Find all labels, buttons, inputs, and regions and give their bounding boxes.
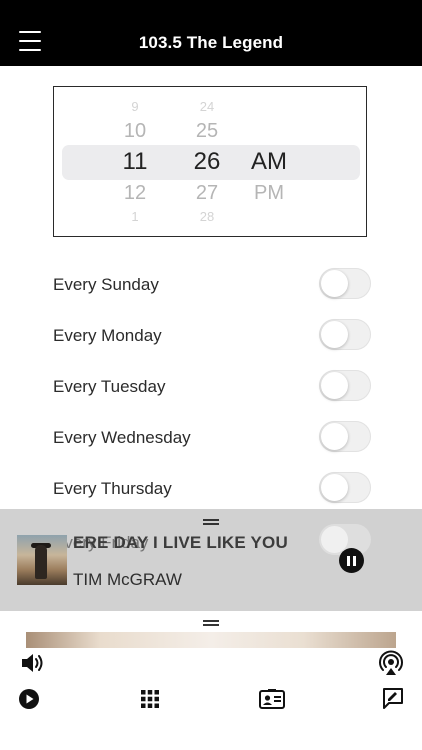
contact-card-icon[interactable] <box>259 689 285 709</box>
day-label: Every Monday <box>53 326 162 345</box>
minute-wheel[interactable]: 24 25 26 27 28 <box>177 87 237 236</box>
tuesday-toggle[interactable] <box>319 370 371 401</box>
meridiem-selected[interactable]: AM <box>239 148 299 176</box>
minute-option[interactable]: 28 <box>177 209 237 224</box>
list-item: Every Tuesday <box>0 360 422 411</box>
grid-icon[interactable] <box>141 690 159 708</box>
banner-image[interactable] <box>26 632 396 648</box>
day-label: Every Tuesday <box>53 377 166 396</box>
top-bar: 103.5 The Legend <box>0 0 422 66</box>
chat-icon[interactable] <box>382 687 404 709</box>
hour-option[interactable]: 10 <box>105 120 165 143</box>
toggle-knob <box>321 270 348 297</box>
drag-handle-icon[interactable] <box>203 519 219 525</box>
day-label: Every Sunday <box>53 275 159 294</box>
volume-icon[interactable] <box>20 652 46 674</box>
toggle-knob <box>321 423 348 450</box>
hour-option[interactable]: 12 <box>105 182 165 205</box>
thursday-toggle[interactable] <box>319 472 371 503</box>
day-label: Every Wednesday <box>53 428 191 447</box>
list-item: Every Wednesday <box>0 411 422 462</box>
toggle-knob <box>321 321 348 348</box>
hour-selected[interactable]: 11 <box>105 148 165 176</box>
album-art <box>17 535 67 585</box>
minute-option[interactable]: 24 <box>177 99 237 114</box>
now-playing-bar[interactable]: Every Friday ERE DAY I LIVE LIKE YOU TIM… <box>0 509 422 611</box>
list-item: Every Sunday <box>0 258 422 309</box>
meridiem-option[interactable]: PM <box>239 182 299 205</box>
list-item: Every Monday <box>0 309 422 360</box>
bottom-panel <box>0 611 422 750</box>
toggle-knob <box>321 372 348 399</box>
minute-selected[interactable]: 26 <box>177 148 237 176</box>
minute-option[interactable]: 27 <box>177 182 237 205</box>
drag-handle-icon[interactable] <box>203 620 219 626</box>
wednesday-toggle[interactable] <box>319 421 371 452</box>
track-title: ERE DAY I LIVE LIKE YOU <box>73 533 288 552</box>
day-label: Every Thursday <box>53 479 172 498</box>
airplay-icon[interactable] <box>378 650 404 676</box>
pause-button[interactable] <box>339 548 364 573</box>
meridiem-wheel[interactable]: AM PM <box>239 87 299 236</box>
hour-option[interactable]: 1 <box>105 209 165 224</box>
minute-option[interactable]: 25 <box>177 120 237 143</box>
monday-toggle[interactable] <box>319 319 371 350</box>
track-artist: TIM McGRAW <box>73 570 182 589</box>
sunday-toggle[interactable] <box>319 268 371 299</box>
toggle-knob <box>321 474 348 501</box>
hour-wheel[interactable]: 9 10 11 12 1 <box>105 87 165 236</box>
play-icon[interactable] <box>18 688 40 710</box>
list-item: Every Thursday <box>0 462 422 513</box>
hour-option[interactable]: 9 <box>105 99 165 114</box>
app-title: 103.5 The Legend <box>138 33 284 52</box>
time-picker[interactable]: 9 10 11 12 1 24 25 26 27 28 AM PM <box>53 86 367 237</box>
